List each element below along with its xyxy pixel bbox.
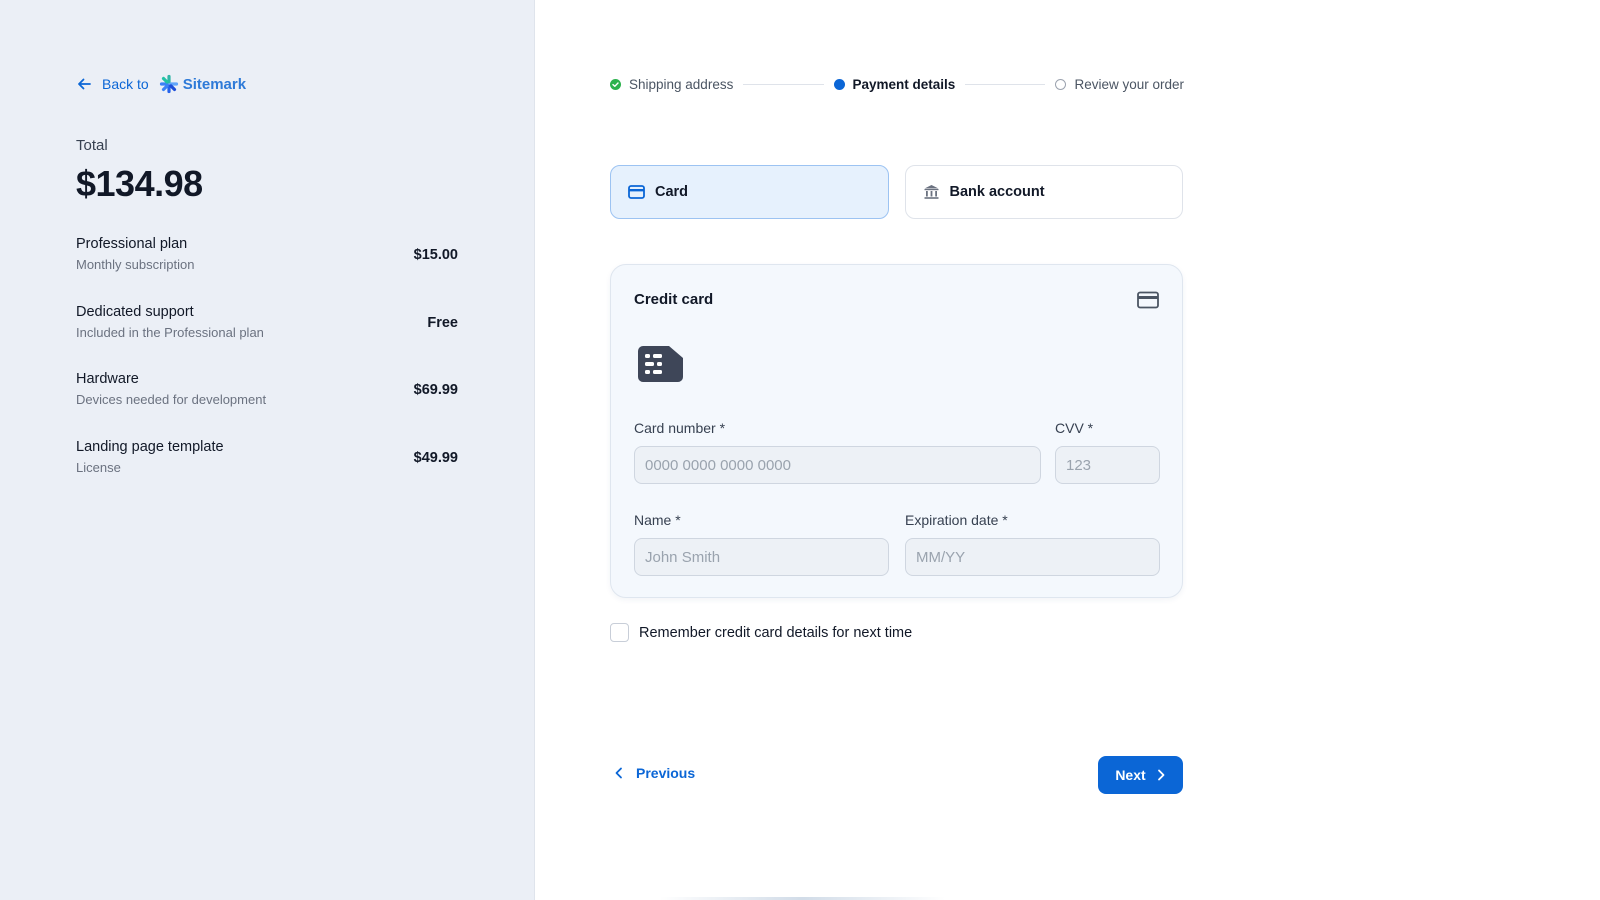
item-price: $15.00 (413, 247, 458, 263)
remember-card-option: Remember credit card details for next ti… (610, 623, 912, 642)
card-number-input[interactable] (634, 446, 1041, 484)
step-shipping-address: Shipping address (610, 77, 733, 92)
list-item: Professional plan Monthly subscription $… (76, 236, 458, 304)
step-connector (743, 83, 824, 85)
item-name: Professional plan (76, 236, 188, 252)
name-input[interactable] (634, 538, 889, 576)
chevron-right-icon (1157, 769, 1165, 781)
order-items-list: Professional plan Monthly subscription $… (76, 236, 458, 506)
step-connector (965, 83, 1046, 85)
step-label: Review your order (1074, 76, 1185, 92)
empty-circle-icon (1055, 78, 1067, 90)
expiration-date-label: Expiration date * (905, 512, 1008, 528)
next-button-label: Next (1115, 767, 1146, 783)
item-name: Dedicated support (76, 303, 194, 320)
checkout-stepper: Shipping address Payment details Review … (610, 76, 1184, 92)
sim-chip-icon (638, 346, 683, 382)
back-link[interactable]: Back to Sitemark (76, 74, 246, 94)
brand-name: Sitemark (182, 75, 247, 93)
order-summary-panel: Back to Sitemark Total $134.98 Professio… (0, 0, 535, 900)
credit-card-icon (628, 185, 645, 199)
back-link-label: Back to (102, 76, 149, 92)
item-description: License (76, 459, 121, 475)
bank-account-method-label: Bank account (949, 184, 1045, 200)
item-description: Monthly subscription (76, 257, 195, 272)
name-label: Name * (634, 512, 681, 528)
payment-method-selector: Card Bank account (610, 165, 1183, 219)
list-item: Hardware Devices needed for development … (76, 371, 458, 439)
list-item: Dedicated support Included in the Profes… (76, 304, 458, 372)
item-name: Landing page template (76, 438, 224, 455)
step-label: Shipping address (629, 76, 734, 92)
previous-button-label: Previous (636, 765, 696, 781)
total-value: $134.98 (76, 163, 203, 204)
next-button[interactable]: Next (1098, 756, 1183, 794)
active-dot-icon (833, 78, 845, 90)
item-name: Hardware (76, 371, 139, 387)
item-price: Free (427, 314, 458, 331)
expiration-date-input[interactable] (905, 538, 1160, 576)
card-number-label: Card number * (634, 420, 726, 436)
cvv-label: CVV * (1055, 420, 1094, 436)
step-payment-details: Payment details (833, 76, 956, 92)
sitemark-logo-icon (159, 74, 178, 94)
remember-card-checkbox[interactable] (610, 623, 629, 642)
item-description: Devices needed for development (76, 392, 267, 407)
bank-icon (924, 185, 938, 199)
card-method-label: Card (655, 184, 689, 200)
list-item: Landing page template License $49.99 (76, 439, 458, 507)
step-label: Payment details (852, 76, 956, 92)
chevron-left-icon (615, 767, 622, 779)
credit-card-form: Credit card Card number * CVV * Name * E… (610, 264, 1183, 598)
previous-button[interactable]: Previous (614, 765, 695, 781)
sitemark-logo: Sitemark (159, 74, 246, 94)
item-price: $49.99 (413, 449, 458, 466)
bank-account-method-button[interactable]: Bank account (904, 165, 1183, 219)
item-price: $69.99 (413, 382, 458, 398)
arrow-left-icon (78, 78, 91, 90)
credit-card-title: Credit card (634, 291, 714, 308)
remember-card-label: Remember credit card details for next ti… (639, 624, 913, 641)
card-method-button[interactable]: Card (610, 165, 889, 219)
total-label: Total (76, 137, 108, 154)
credit-card-icon (1137, 291, 1159, 309)
check-circle-icon (610, 78, 621, 90)
step-review-order: Review your order (1055, 77, 1184, 92)
cvv-input[interactable] (1055, 446, 1160, 484)
item-description: Included in the Professional plan (76, 324, 264, 340)
